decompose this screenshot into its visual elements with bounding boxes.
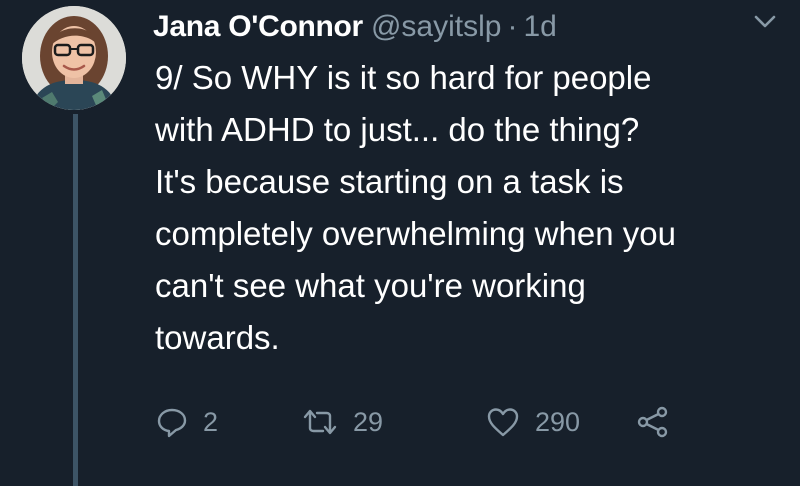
- tweet-header: Jana O'Connor @sayitslp · 1d: [153, 6, 557, 48]
- timestamp[interactable]: 1d: [523, 6, 556, 48]
- tweet-text: 9/ So WHY is it so hard for people with …: [155, 59, 676, 356]
- share-icon: [635, 405, 671, 439]
- retweet-button[interactable]: 29: [301, 400, 383, 444]
- retweet-count: 29: [353, 406, 384, 437]
- user-handle[interactable]: @sayitslp: [371, 6, 502, 48]
- action-bar: 2 29 290: [155, 400, 715, 444]
- avatar-image: [22, 6, 126, 110]
- like-button[interactable]: 290: [485, 400, 580, 444]
- avatar[interactable]: [22, 6, 126, 110]
- share-button[interactable]: [635, 400, 671, 444]
- reply-button[interactable]: 2: [155, 400, 218, 444]
- separator-dot: ·: [507, 10, 518, 43]
- reply-count: 2: [203, 406, 219, 437]
- thread-line: [73, 114, 78, 486]
- chevron-down-icon[interactable]: [752, 12, 778, 32]
- retweet-icon: [301, 405, 339, 439]
- display-name[interactable]: Jana O'Connor: [153, 6, 363, 48]
- tweet[interactable]: Jana O'Connor @sayitslp · 1d 9/ So WHY i…: [0, 0, 800, 486]
- like-count: 290: [535, 406, 581, 437]
- reply-icon: [155, 405, 189, 439]
- heart-icon: [485, 405, 521, 439]
